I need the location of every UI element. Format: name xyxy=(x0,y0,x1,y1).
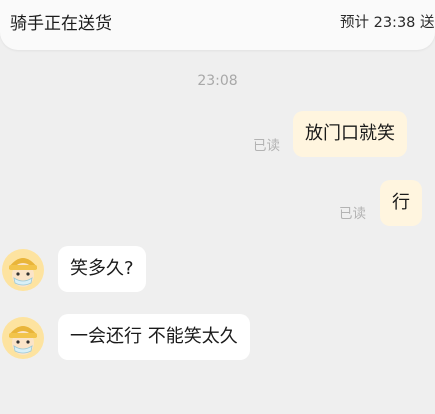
outgoing-message-bubble[interactable]: 行 xyxy=(380,180,422,226)
incoming-message-bubble[interactable]: 笑多久? xyxy=(58,246,146,292)
read-receipt: 已读 xyxy=(253,138,280,154)
rider-avatar-icon[interactable] xyxy=(2,317,44,359)
incoming-message-bubble[interactable]: 一会还行 不能笑太久 xyxy=(58,314,250,360)
chat-timestamp: 23:08 xyxy=(197,73,238,89)
delivery-status-header: 骑手正在送货 预计 23:38 送 xyxy=(0,0,435,50)
read-receipt: 已读 xyxy=(339,206,366,222)
rider-avatar-icon[interactable] xyxy=(2,249,44,291)
delivery-status-title: 骑手正在送货 xyxy=(10,14,112,34)
outgoing-message-bubble[interactable]: 放门口就笑 xyxy=(293,111,407,157)
estimated-arrival-time: 预计 23:38 送 xyxy=(340,15,435,31)
